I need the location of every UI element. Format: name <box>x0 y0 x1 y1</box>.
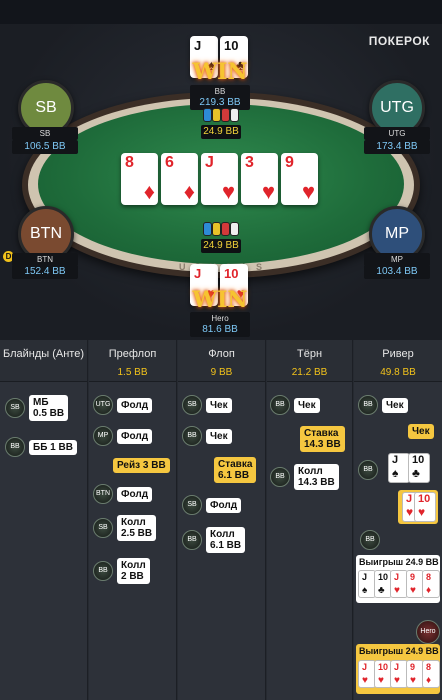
status-bar <box>0 0 442 24</box>
poker-table-area: ПОКЕРОК USHCAS J ♠ 10 ♣ WIN BB 219.3 BB … <box>0 0 442 340</box>
history-row: Чек <box>408 424 434 439</box>
history-row: SB Фолд <box>182 495 242 515</box>
history-row: SB Чек <box>182 395 232 415</box>
column-header: Блайнды (Анте) <box>0 340 87 382</box>
history-row: MP Фолд <box>93 426 153 446</box>
history-row: BB Колл 6.1 BB <box>182 527 246 553</box>
center-pot: 24.9 BB <box>201 239 241 253</box>
board-card-1: 8 ♦ <box>121 153 158 205</box>
hero-stack: 81.6 BB <box>190 323 250 337</box>
column-river: Ривер 49.8 BB BB Чек Чек BB J ♠ 10 ♣ J ♥ 10… <box>354 340 442 700</box>
column-blinds: Блайнды (Анте) SB МБ 0.5 BB BB ББ 1 BB <box>0 340 88 700</box>
history-row: BB Чек <box>182 426 232 446</box>
history-row: BB Колл 14.3 BB <box>270 464 339 490</box>
history-row: Ставка 14.3 BB <box>300 426 345 452</box>
btn-stack: 152.4 BB <box>12 265 78 279</box>
column-turn: Тёрн 21.2 BB BB Чек Ставка 14.3 BB BB Ко… <box>267 340 353 700</box>
winner-panel-bb: Выигрыш 24.9 BB J ♠ 10 ♣ J ♥ 9 ♥ 8 ♦ <box>356 555 440 603</box>
top-pot-chips <box>203 108 239 124</box>
history-row: UTG Фолд <box>93 395 153 415</box>
board-card-4: 3 ♥ <box>241 153 278 205</box>
sb-name: SB <box>12 127 78 140</box>
winner-pos-bb: BB <box>360 530 380 550</box>
history-row: BB Колл 2 BB <box>93 558 150 584</box>
history-row: BTN Фолд <box>93 484 153 504</box>
sb-stack: 106.5 BB <box>12 140 78 154</box>
history-row: SB Колл 2.5 BB <box>93 515 157 541</box>
history-row: BB ББ 1 BB <box>5 437 77 457</box>
board-card-3: J ♥ <box>201 153 238 205</box>
utg-name: UTG <box>364 127 430 140</box>
hero-win-badge: WIN <box>192 287 248 313</box>
bb-win-badge: WIN <box>192 59 248 85</box>
board-card-5: 9 ♥ <box>281 153 318 205</box>
bb-hole-cards: J ♠ 10 ♣ <box>382 453 430 487</box>
history-row: BB Чек <box>270 395 320 415</box>
history-row: BB J ♠ 10 ♣ <box>358 453 430 487</box>
column-header: Префлоп 1.5 BB <box>89 340 176 382</box>
board-card-2: 6 ♦ <box>161 153 198 205</box>
column-header: Флоп 9 BB <box>178 340 265 382</box>
history-row: BB Чек <box>358 395 408 415</box>
hand-history-grid: Блайнды (Анте) SB МБ 0.5 BB BB ББ 1 BB П… <box>0 340 442 700</box>
history-row: Ставка 6.1 BB <box>214 457 257 483</box>
top-pot: 24.9 BB <box>201 125 241 139</box>
utg-stack: 173.4 BB <box>364 140 430 154</box>
history-row: Рейз 3 BB <box>113 458 170 473</box>
mp-stack: 103.4 BB <box>364 265 430 279</box>
column-preflop: Префлоп 1.5 BB UTG Фолд MP Фолд Рейз 3 B… <box>89 340 177 700</box>
column-flop: Флоп 9 BB SB Чек BB Чек Ставка 6.1 BB SB… <box>178 340 266 700</box>
brand-logo: ПОКЕРОК <box>368 34 430 48</box>
column-header: Ривер 49.8 BB <box>354 340 442 382</box>
winner-pos-hero: Hero <box>416 620 440 644</box>
winner-panel-hero: Выигрыш 24.9 BB J ♥ 10 ♥ J ♥ 9 ♥ 8 ♦ <box>356 644 440 694</box>
hero-hole-cards: J ♥ 10 ♥ <box>398 490 438 524</box>
history-row: SB МБ 0.5 BB <box>5 395 69 421</box>
center-pot-chips <box>203 222 239 238</box>
column-header: Тёрн 21.2 BB <box>267 340 352 382</box>
